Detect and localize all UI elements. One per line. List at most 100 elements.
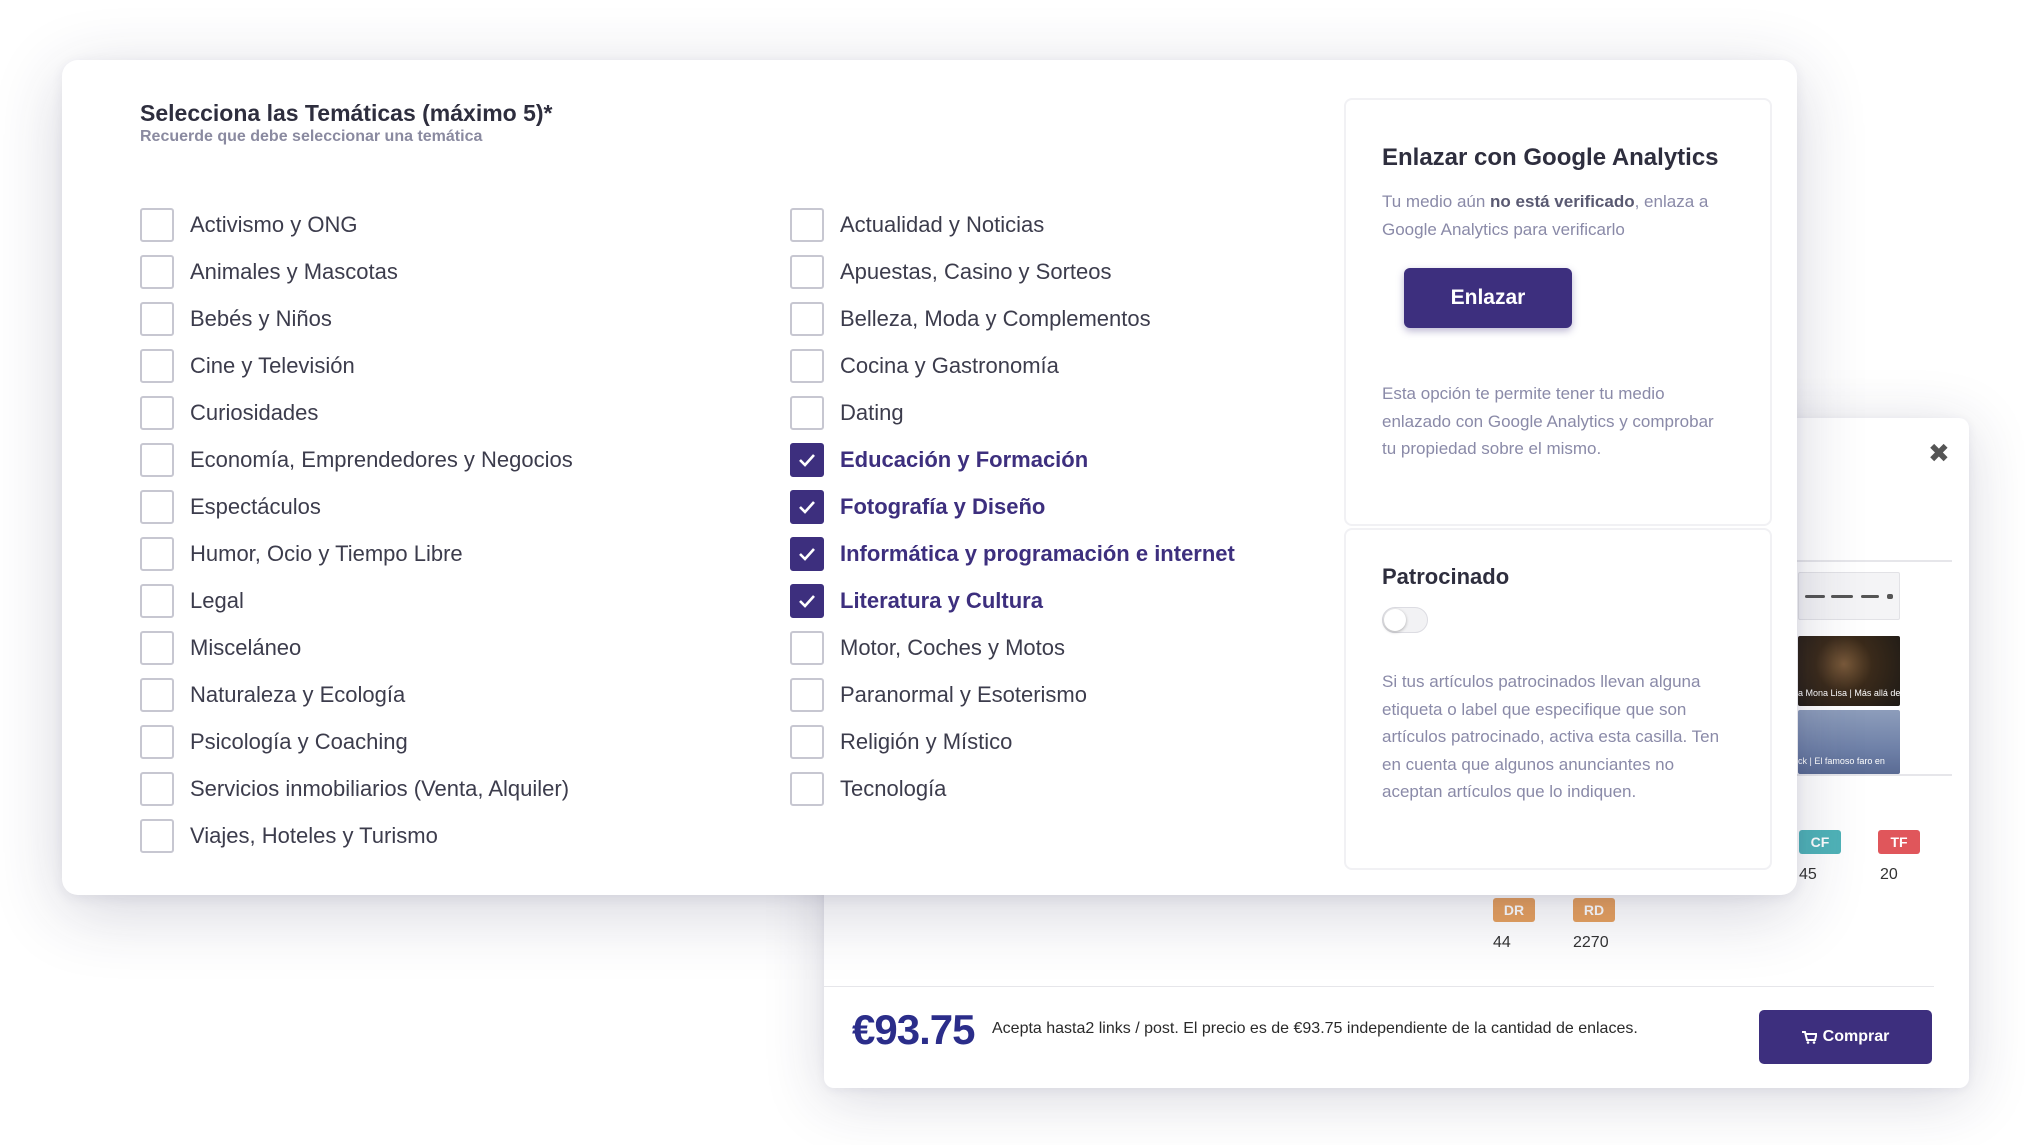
checkbox[interactable]: [140, 631, 174, 665]
status-emphasis: no está verificado: [1490, 192, 1635, 211]
topic-option[interactable]: Motor, Coches y Motos: [790, 631, 1065, 665]
topic-label: Literatura y Cultura: [840, 588, 1043, 613]
buy-button-label: Comprar: [1822, 1028, 1890, 1045]
checkbox[interactable]: [140, 584, 174, 618]
topics-title: Selecciona las Temáticas (máximo 5)*: [140, 100, 553, 126]
sponsored-info: Si tus artículos patrocinados llevan alg…: [1382, 672, 1720, 801]
analytics-status: Tu medio aún no está verificado, enlaza …: [1382, 188, 1742, 243]
topic-option[interactable]: Activismo y ONG: [140, 208, 357, 242]
checkbox[interactable]: [790, 772, 824, 806]
topic-label: Fotografía y Diseño: [840, 494, 1046, 519]
checkbox[interactable]: [140, 349, 174, 383]
topic-label: Paranormal y Esoterismo: [840, 682, 1087, 707]
topic-option[interactable]: Belleza, Moda y Complementos: [790, 302, 1151, 336]
topic-label: Humor, Ocio y Tiempo Libre: [190, 541, 463, 566]
topic-option[interactable]: Animales y Mascotas: [140, 255, 398, 289]
topic-label: Educación y Formación: [840, 447, 1089, 472]
topic-option[interactable]: Informática y programación e internet: [790, 537, 1235, 571]
topic-option[interactable]: Bebés y Niños: [140, 302, 332, 336]
checkbox[interactable]: [790, 678, 824, 712]
thumbnail-caption: a Mona Lisa | Más allá de: [1798, 688, 1900, 698]
topic-option[interactable]: Dating: [790, 396, 904, 430]
topic-label: Motor, Coches y Motos: [840, 635, 1065, 660]
checkbox[interactable]: [790, 584, 824, 618]
site-preview-thumbnail: [1798, 572, 1900, 620]
article-thumbnail[interactable]: ck | El famoso faro en: [1798, 710, 1900, 774]
checkbox[interactable]: [140, 725, 174, 759]
checkbox[interactable]: [790, 349, 824, 383]
checkbox[interactable]: [790, 725, 824, 759]
link-analytics-button[interactable]: Enlazar: [1404, 268, 1572, 328]
article-thumbnail[interactable]: a Mona Lisa | Más allá de: [1798, 636, 1900, 706]
topic-option[interactable]: Misceláneo: [140, 631, 301, 665]
topic-label: Animales y Mascotas: [190, 259, 398, 284]
topic-option[interactable]: Apuestas, Casino y Sorteos: [790, 255, 1111, 289]
sponsored-toggle[interactable]: [1382, 607, 1428, 633]
close-icon[interactable]: ✖: [1928, 440, 1950, 466]
topic-label: Espectáculos: [190, 494, 321, 519]
topic-option[interactable]: Psicología y Coaching: [140, 725, 408, 759]
topic-label: Cocina y Gastronomía: [840, 353, 1059, 378]
checkbox[interactable]: [140, 490, 174, 524]
topic-option[interactable]: Cine y Televisión: [140, 349, 355, 383]
topic-label: Legal: [190, 588, 244, 613]
toggle-knob: [1384, 609, 1406, 631]
checkbox[interactable]: [790, 255, 824, 289]
checkbox[interactable]: [140, 208, 174, 242]
topic-option[interactable]: Naturaleza y Ecología: [140, 678, 405, 712]
check-icon: [799, 548, 815, 561]
topic-option[interactable]: Cocina y Gastronomía: [790, 349, 1059, 383]
checkbox[interactable]: [790, 490, 824, 524]
topic-label: Economía, Emprendedores y Negocios: [190, 447, 573, 472]
rd-badge: RD: [1573, 898, 1615, 922]
checkbox[interactable]: [790, 396, 824, 430]
topic-option[interactable]: Espectáculos: [140, 490, 321, 524]
topic-option[interactable]: Curiosidades: [140, 396, 318, 430]
topic-label: Curiosidades: [190, 400, 319, 425]
checkbox[interactable]: [140, 396, 174, 430]
analytics-title: Enlazar con Google Analytics: [1382, 144, 1719, 171]
topic-option[interactable]: Servicios inmobiliarios (Venta, Alquiler…: [140, 772, 569, 806]
checkbox[interactable]: [790, 443, 824, 477]
price-note: Acepta hasta2 links / post. El precio es…: [992, 1020, 1638, 1037]
sponsored-title: Patrocinado: [1382, 564, 1510, 589]
topic-option[interactable]: Educación y Formación: [790, 443, 1088, 477]
cf-badge: CF: [1799, 830, 1841, 854]
topic-option[interactable]: Economía, Emprendedores y Negocios: [140, 443, 573, 477]
checkbox[interactable]: [140, 678, 174, 712]
buy-button[interactable]: Comprar: [1759, 1010, 1932, 1064]
topic-label: Servicios inmobiliarios (Venta, Alquiler…: [190, 776, 570, 801]
topic-option[interactable]: Paranormal y Esoterismo: [790, 678, 1087, 712]
checkbox[interactable]: [140, 537, 174, 571]
topic-label: Religión y Místico: [840, 729, 1013, 754]
check-icon: [799, 595, 815, 608]
topic-label: Naturaleza y Ecología: [190, 682, 406, 707]
checkbox[interactable]: [790, 302, 824, 336]
topic-option[interactable]: Actualidad y Noticias: [790, 208, 1044, 242]
topic-option[interactable]: Religión y Místico: [790, 725, 1012, 759]
topic-option[interactable]: Fotografía y Diseño: [790, 490, 1045, 524]
topic-option[interactable]: Legal: [140, 584, 244, 618]
check-icon: [799, 454, 815, 467]
topic-label: Viajes, Hoteles y Turismo: [190, 823, 438, 848]
check-icon: [799, 501, 815, 514]
topic-label: Activismo y ONG: [190, 212, 358, 237]
checkbox[interactable]: [790, 208, 824, 242]
topic-option[interactable]: Humor, Ocio y Tiempo Libre: [140, 537, 463, 571]
cf-value: 45: [1799, 866, 1817, 883]
thumbnail-caption: ck | El famoso faro en: [1798, 756, 1885, 766]
topic-label: Psicología y Coaching: [190, 729, 408, 754]
topic-option[interactable]: Literatura y Cultura: [790, 584, 1043, 618]
topic-label: Dating: [840, 400, 904, 425]
checkbox[interactable]: [790, 537, 824, 571]
checkbox[interactable]: [140, 302, 174, 336]
analytics-info: Esta opción te permite tener tu medio en…: [1382, 384, 1714, 458]
topic-option[interactable]: Viajes, Hoteles y Turismo: [140, 819, 438, 853]
checkbox[interactable]: [140, 255, 174, 289]
checkbox[interactable]: [790, 631, 824, 665]
checkbox[interactable]: [140, 772, 174, 806]
topic-option[interactable]: Tecnología: [790, 772, 946, 806]
checkbox[interactable]: [140, 443, 174, 477]
checkbox[interactable]: [140, 819, 174, 853]
topic-label: Belleza, Moda y Complementos: [840, 306, 1151, 331]
